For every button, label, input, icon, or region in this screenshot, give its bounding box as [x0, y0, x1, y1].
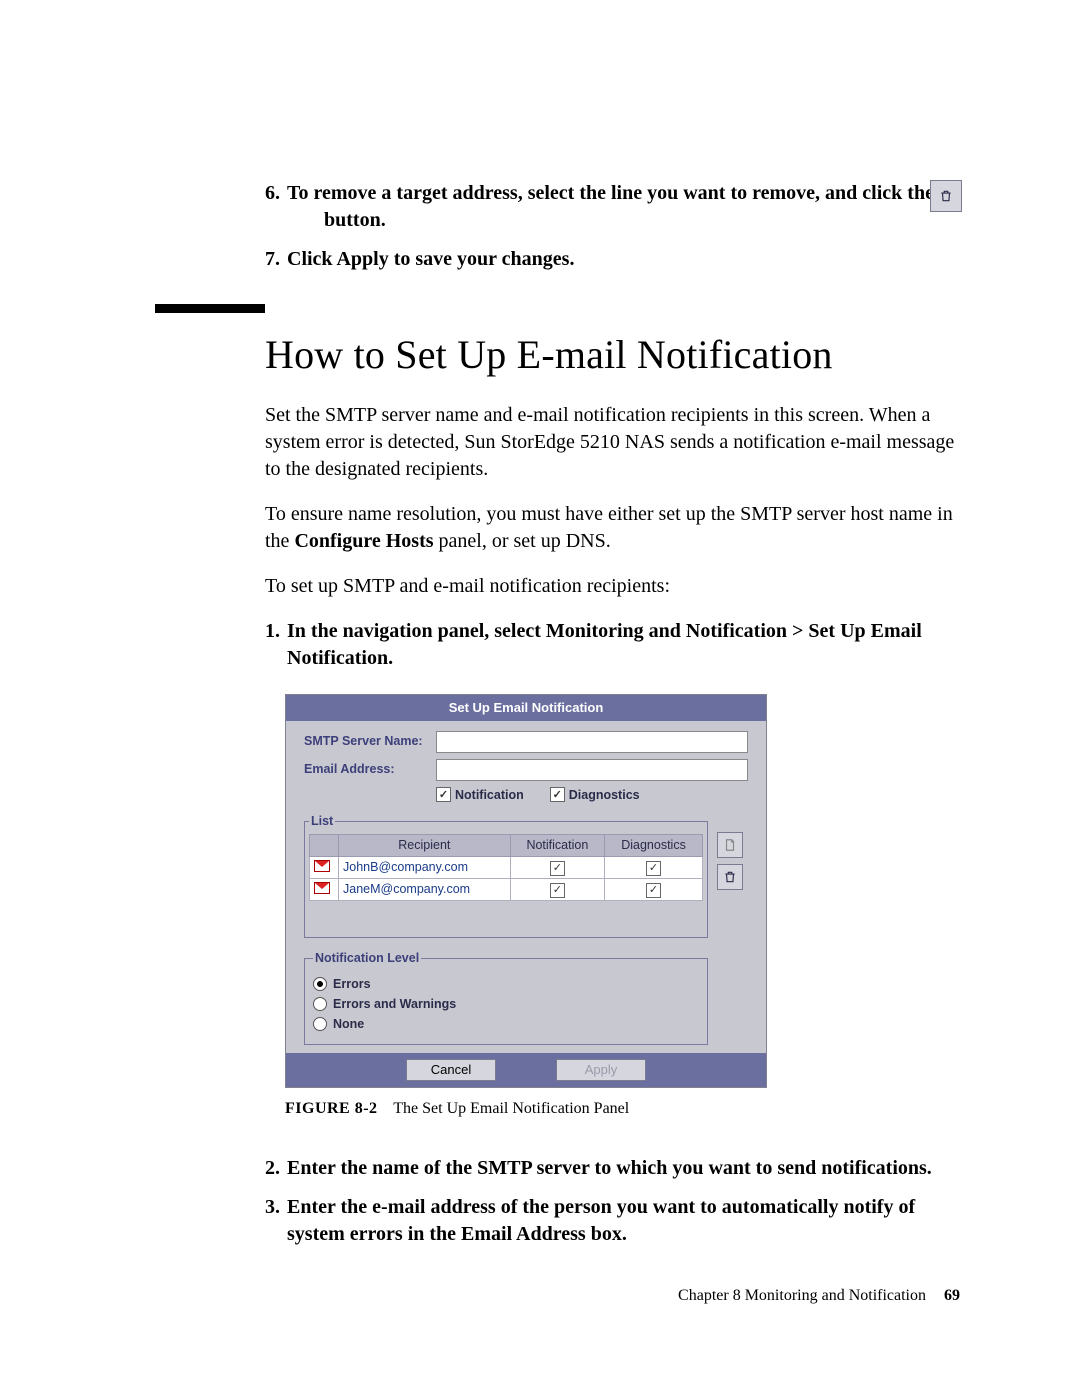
- step-number: 7.: [265, 246, 287, 273]
- trash-icon: [939, 189, 953, 203]
- page-number: 69: [944, 1287, 960, 1304]
- intro-para-3: To set up SMTP and e-mail notification r…: [265, 573, 960, 600]
- trash-icon-button[interactable]: [930, 180, 962, 212]
- running-footer: Chapter 8 Monitoring and Notification 69: [0, 1285, 960, 1307]
- delete-recipient-button[interactable]: [717, 864, 743, 890]
- intro-para-2: To ensure name resolution, you must have…: [265, 501, 960, 555]
- email-notification-panel: Set Up Email Notification SMTP Server Na…: [285, 694, 767, 1088]
- step-number: 3.: [265, 1194, 287, 1248]
- checkbox-icon: ✓: [436, 787, 451, 802]
- email-address-input[interactable]: [436, 759, 748, 781]
- step-3: 3. Enter the e-mail address of the perso…: [265, 1194, 960, 1248]
- checkbox-icon[interactable]: ✓: [550, 861, 565, 876]
- cancel-button[interactable]: Cancel: [406, 1059, 496, 1081]
- table-row[interactable]: JaneM@company.com ✓ ✓: [310, 879, 703, 901]
- envelope-icon: [314, 860, 330, 872]
- col-recipient: Recipient: [339, 835, 511, 857]
- recipient-cell: JohnB@company.com: [339, 857, 511, 879]
- col-diagnostics: Diagnostics: [605, 835, 703, 857]
- level-none-radio[interactable]: None: [313, 1016, 699, 1033]
- step-number: 2.: [265, 1155, 287, 1182]
- checkbox-icon[interactable]: ✓: [646, 883, 661, 898]
- level-legend: Notification Level: [313, 950, 421, 967]
- intro-para-1: Set the SMTP server name and e-mail noti…: [265, 402, 960, 483]
- list-legend: List: [309, 813, 335, 830]
- document-icon: [723, 838, 737, 852]
- recipient-list: List: [304, 813, 708, 938]
- step-body: Enter the e-mail address of the person y…: [287, 1194, 960, 1248]
- step-body: In the navigation panel, select Monitori…: [287, 618, 960, 672]
- step-number: 1.: [265, 618, 287, 672]
- figure-caption: FIGURE 8-2 The Set Up Email Notification…: [285, 1098, 765, 1120]
- chapter-ref: Chapter 8 Monitoring and Notification: [678, 1287, 926, 1304]
- step-7: 7. Click Apply to save your changes.: [265, 246, 960, 273]
- radio-icon: [313, 997, 327, 1011]
- step-1: 1. In the navigation panel, select Monit…: [265, 618, 960, 672]
- table-row[interactable]: JohnB@company.com ✓ ✓: [310, 857, 703, 879]
- radio-icon: [313, 977, 327, 991]
- figure-caption-text: The Set Up Email Notification Panel: [393, 1100, 629, 1117]
- envelope-icon: [314, 882, 330, 894]
- bold-segment: Configure Hosts: [294, 530, 433, 552]
- section-rule: [155, 304, 265, 313]
- step-2: 2. Enter the name of the SMTP server to …: [265, 1155, 960, 1182]
- diagnostics-checkbox[interactable]: ✓ Diagnostics: [550, 787, 640, 804]
- checkbox-icon[interactable]: ✓: [550, 883, 565, 898]
- level-errors-warnings-radio[interactable]: Errors and Warnings: [313, 996, 699, 1013]
- step-body: Click Apply to save your changes.: [287, 246, 960, 273]
- email-address-label: Email Address:: [304, 761, 436, 778]
- add-recipient-button[interactable]: [717, 832, 743, 858]
- figure-label: FIGURE 8-2: [285, 1100, 378, 1117]
- step-number: 6.: [265, 180, 287, 234]
- smtp-server-input[interactable]: [436, 731, 748, 753]
- recipient-table: Recipient Notification Diagnostics JohnB…: [309, 834, 703, 901]
- panel-title: Set Up Email Notification: [286, 695, 766, 721]
- section-heading: How to Set Up E-mail Notification: [265, 328, 960, 382]
- step-body: To remove a target address, select the l…: [287, 180, 960, 234]
- notification-checkbox[interactable]: ✓ Notification: [436, 787, 524, 804]
- level-errors-radio[interactable]: Errors: [313, 976, 699, 993]
- apply-button[interactable]: Apply: [556, 1059, 646, 1081]
- smtp-server-label: SMTP Server Name:: [304, 733, 436, 750]
- recipient-cell: JaneM@company.com: [339, 879, 511, 901]
- panel-footer: Cancel Apply: [286, 1053, 766, 1087]
- figure-8-2: Set Up Email Notification SMTP Server Na…: [285, 694, 765, 1119]
- notification-level-group: Notification Level Errors Errors and War…: [304, 950, 708, 1045]
- trash-icon: [723, 870, 737, 884]
- step-6: 6. To remove a target address, select th…: [265, 180, 960, 234]
- radio-icon: [313, 1017, 327, 1031]
- checkbox-icon[interactable]: ✓: [646, 861, 661, 876]
- col-notification: Notification: [510, 835, 604, 857]
- checkbox-icon: ✓: [550, 787, 565, 802]
- step-body: Enter the name of the SMTP server to whi…: [287, 1155, 960, 1182]
